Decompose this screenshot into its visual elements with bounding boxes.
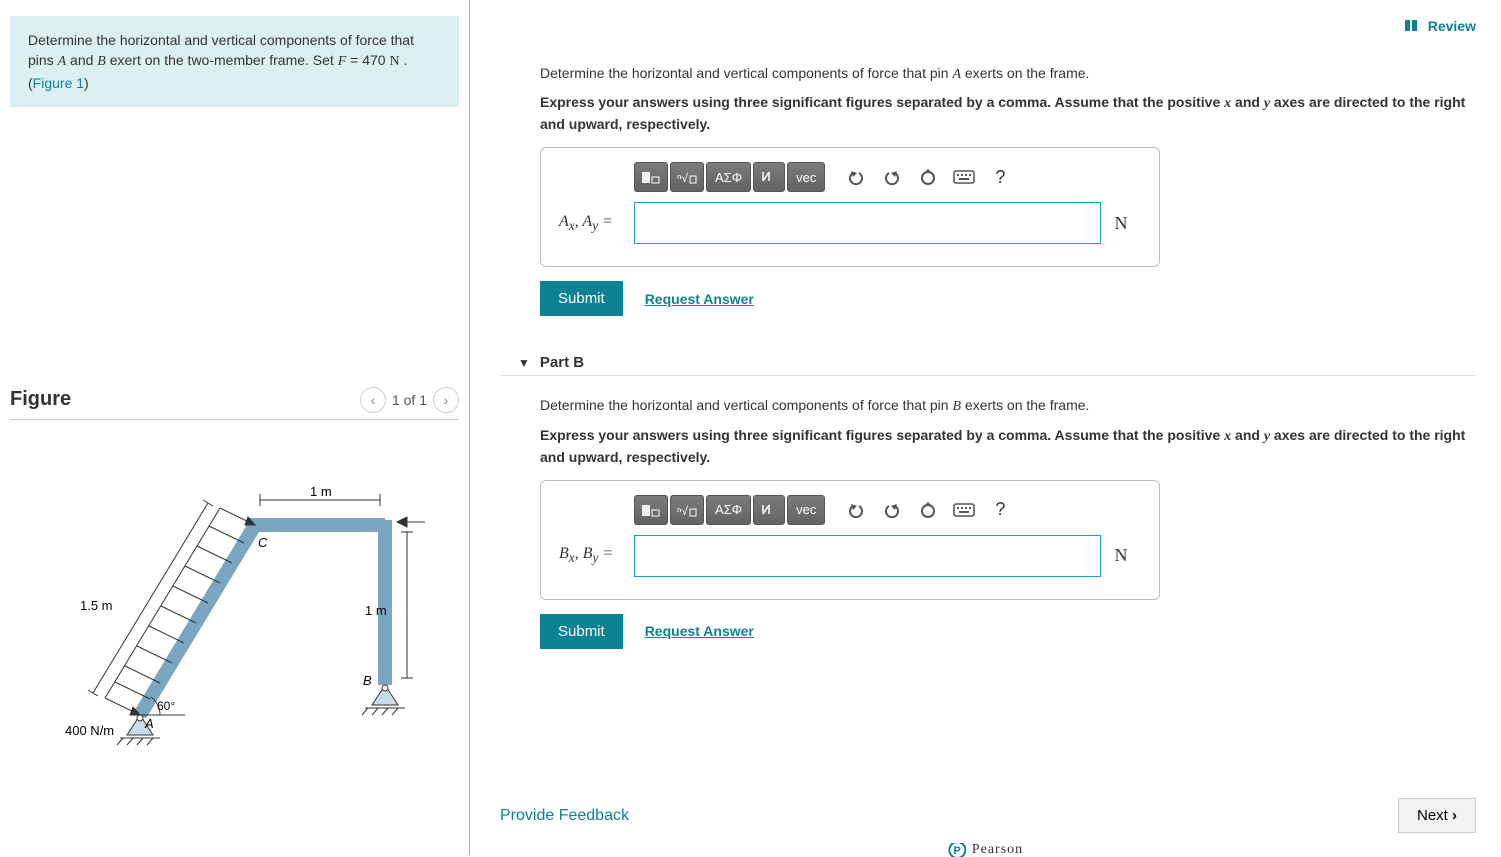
dim-right: 1 m [365,603,387,618]
root-template-button[interactable]: ⁿ√ [670,495,704,525]
figure-title: Figure [10,388,71,411]
pager-text: 1 of 1 [392,392,427,408]
part-b-variable-label: Bx, By = [559,545,634,566]
vector-button[interactable]: vec [787,162,825,192]
footer-row: Provide Feedback Next › [500,798,1476,833]
part-b-answer-input[interactable] [634,535,1101,577]
part-b-question: Determine the horizontal and vertical co… [540,396,1476,417]
right-pane: Review Determine the horizontal and vert… [470,0,1501,855]
keyboard-button[interactable] [947,495,981,525]
part-a-submit-button[interactable]: Submit [540,281,623,316]
left-pane: Determine the horizontal and vertical co… [0,0,470,855]
problem-eq: = 470 [346,52,389,68]
part-b-answer-panel: ⁿ√ ΑΣΦ vec ? [540,480,1160,600]
force-symbol: F [338,54,347,69]
part-a-actions: Submit Request Answer [540,281,1476,316]
unit-n: N [389,54,399,69]
figure-link[interactable]: Figure 1 [33,75,84,91]
review-bar: Review [500,0,1476,44]
load-label: 400 N/m [65,723,114,738]
help-button[interactable]: ? [983,162,1017,192]
problem-text-3: exert on the two-member frame. Set [106,52,338,68]
problem-text-2: and [66,52,97,68]
greek-letters-button[interactable]: ΑΣΦ [706,162,751,192]
svg-text:ⁿ√: ⁿ√ [677,171,688,185]
reset-button[interactable] [911,162,945,192]
undo-button[interactable] [839,495,873,525]
next-figure-button[interactable]: › [433,387,459,413]
dim-top: 1 m [310,484,332,499]
problem-statement: Determine the horizontal and vertical co… [10,16,459,107]
part-a-variable-label: Ax, Ay = [559,213,634,234]
vector-button[interactable]: vec [787,495,825,525]
template-picker-button[interactable] [634,495,668,525]
subscript-button[interactable] [753,162,785,192]
review-link[interactable]: Review [1428,18,1476,34]
part-a-toolbar: ⁿ√ ΑΣΦ vec ? [634,162,1141,192]
provide-feedback-link[interactable]: Provide Feedback [500,807,629,825]
template-picker-button[interactable] [634,162,668,192]
part-b-request-answer-link[interactable]: Request Answer [645,623,754,639]
part-a-answer-row: Ax, Ay = N [559,202,1141,244]
angle-label: 60° [157,699,175,713]
label-b: B [363,673,372,688]
figure-header: Figure ‹ 1 of 1 › [10,387,459,420]
part-b-toolbar: ⁿ√ ΑΣΦ vec ? [634,495,1141,525]
collapse-caret-icon: ▼ [518,356,530,370]
part-a-request-answer-link[interactable]: Request Answer [645,291,754,307]
greek-letters-button[interactable]: ΑΣΦ [706,495,751,525]
redo-button[interactable] [875,162,909,192]
subscript-button[interactable] [753,495,785,525]
part-b-unit: N [1101,545,1141,566]
help-button[interactable]: ? [983,495,1017,525]
problem-close: ) [84,75,89,91]
svg-text:P: P [953,845,960,857]
part-b-submit-button[interactable]: Submit [540,614,623,649]
next-button[interactable]: Next › [1398,798,1476,833]
svg-text:ⁿ√: ⁿ√ [677,504,688,518]
redo-button[interactable] [875,495,909,525]
prev-figure-button[interactable]: ‹ [360,387,386,413]
part-b-instructions: Express your answers using three signifi… [540,425,1476,468]
label-a: A [144,716,154,731]
part-a-question: Determine the horizontal and vertical co… [540,64,1476,85]
pin-a-symbol: A [58,54,67,69]
part-a-answer-panel: ⁿ√ ΑΣΦ vec ? [540,147,1160,267]
label-c: C [258,535,268,550]
part-b-answer-row: Bx, By = N [559,535,1141,577]
reset-button[interactable] [911,495,945,525]
flag-icon [1404,19,1420,36]
frame-diagram-svg: 1.5 m 1 m 1 m [45,460,425,760]
keyboard-button[interactable] [947,162,981,192]
part-b-actions: Submit Request Answer [540,614,1476,649]
pin-b-symbol: B [97,54,106,69]
root-template-button[interactable]: ⁿ√ [670,162,704,192]
part-a-unit: N [1101,213,1141,234]
part-a-answer-input[interactable] [634,202,1101,244]
part-b-title: Part B [540,354,584,371]
undo-button[interactable] [839,162,873,192]
part-b-header[interactable]: ▼ Part B [518,354,1476,371]
dim-left: 1.5 m [80,598,113,613]
figure-diagram: 1.5 m 1 m 1 m [10,460,459,760]
figure-pager: ‹ 1 of 1 › [360,387,459,413]
part-a-instructions: Express your answers using three signifi… [540,92,1476,135]
